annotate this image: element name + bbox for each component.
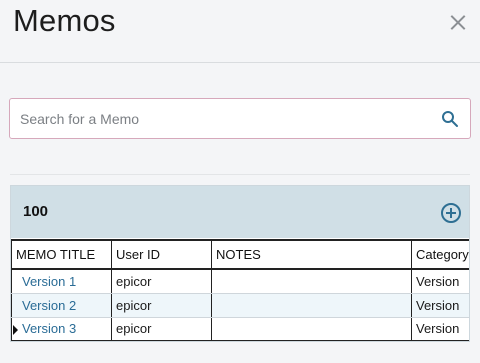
user-id-cell: epicor <box>111 293 212 318</box>
memo-grid-panel: 100 MEMO TITLE User ID NOTES Category Ve… <box>10 185 470 342</box>
table-row[interactable]: Version 2 epicor Version <box>11 293 469 318</box>
dialog-header: Memos <box>0 0 480 63</box>
memo-title-link[interactable]: Version 2 <box>11 293 112 318</box>
search-box <box>9 98 471 139</box>
table-row-selected[interactable]: Version 3 epicor Version <box>11 316 469 341</box>
memo-table: MEMO TITLE User ID NOTES Category Versio… <box>11 239 469 341</box>
close-icon[interactable] <box>447 12 469 34</box>
memo-title-link[interactable]: Version 1 <box>11 269 112 294</box>
user-id-cell: epicor <box>111 316 212 341</box>
category-cell: Version <box>411 316 469 341</box>
user-id-cell: epicor <box>111 269 212 294</box>
column-header-notes[interactable]: NOTES <box>211 239 412 270</box>
grid-header-bar: 100 <box>11 186 469 238</box>
column-header-category[interactable]: Category <box>411 239 469 270</box>
notes-cell <box>211 269 412 294</box>
page-title: Memos <box>13 3 116 38</box>
notes-cell <box>211 316 412 341</box>
column-header-user-id[interactable]: User ID <box>111 239 212 270</box>
column-header-memo-title[interactable]: MEMO TITLE <box>11 239 112 270</box>
row-pointer-icon <box>13 324 18 335</box>
table-row[interactable]: Version 1 epicor Version <box>11 269 469 294</box>
notes-cell <box>211 293 412 318</box>
category-cell: Version <box>411 269 469 294</box>
memo-title-link[interactable]: Version 3 <box>22 321 76 336</box>
table-header-row: MEMO TITLE User ID NOTES Category <box>11 239 469 270</box>
divider <box>10 174 470 175</box>
memo-title-cell: Version 3 <box>11 316 112 341</box>
search-input[interactable] <box>20 108 420 130</box>
record-count: 100 <box>23 203 49 220</box>
add-circle-icon[interactable] <box>441 203 461 223</box>
category-cell: Version <box>411 293 469 318</box>
search-icon[interactable] <box>441 110 459 128</box>
